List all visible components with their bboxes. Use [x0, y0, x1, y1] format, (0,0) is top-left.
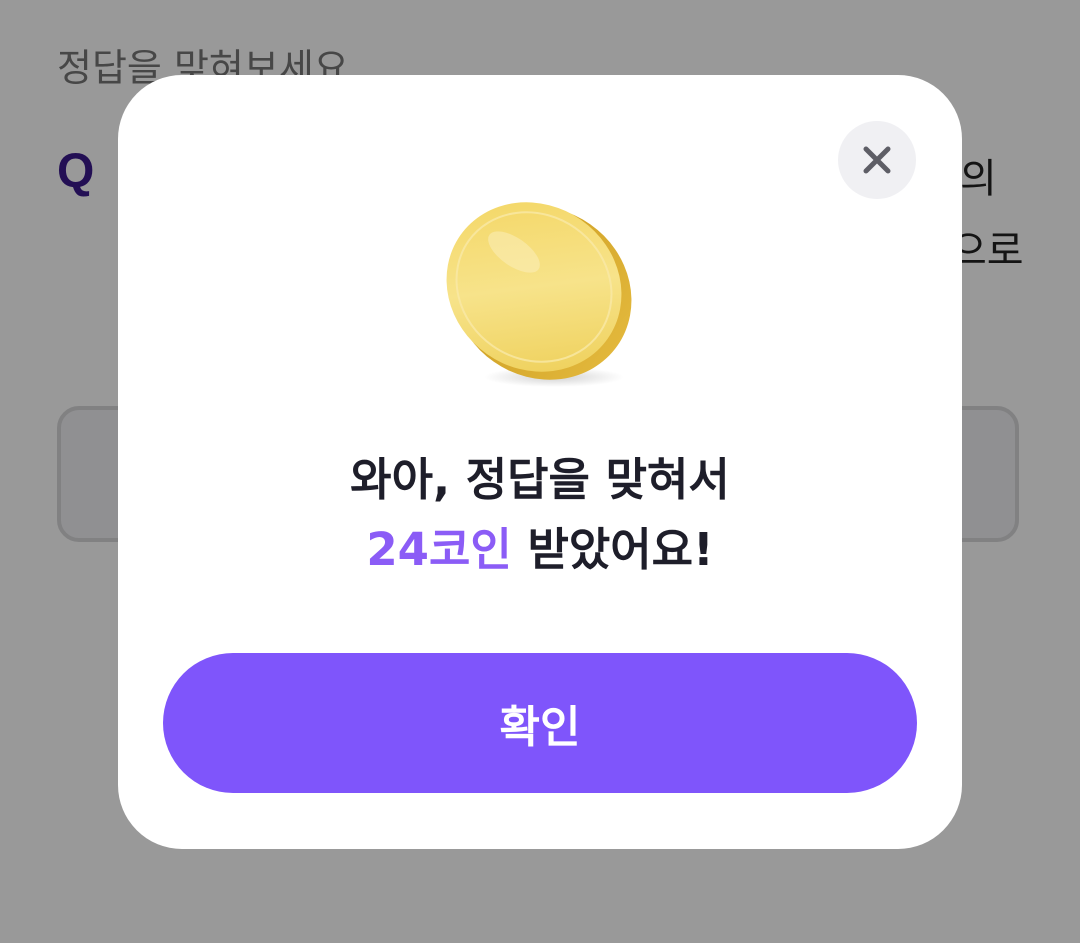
reward-message-line1: 와아, 정답을 맞혀서: [350, 453, 730, 506]
reward-message-line2: 24코인 받았어요!: [118, 515, 962, 585]
coin-amount: 24코인: [366, 523, 512, 576]
gold-coin-icon: [446, 202, 632, 387]
confirm-button[interactable]: 확인: [163, 653, 917, 793]
close-button[interactable]: [838, 121, 916, 199]
close-icon: [863, 146, 891, 174]
reward-dialog: 와아, 정답을 맞혀서 24코인 받았어요! 확인: [118, 75, 962, 849]
reward-message: 와아, 정답을 맞혀서 24코인 받았어요!: [118, 445, 962, 585]
reward-message-suffix: 받았어요!: [511, 523, 714, 576]
